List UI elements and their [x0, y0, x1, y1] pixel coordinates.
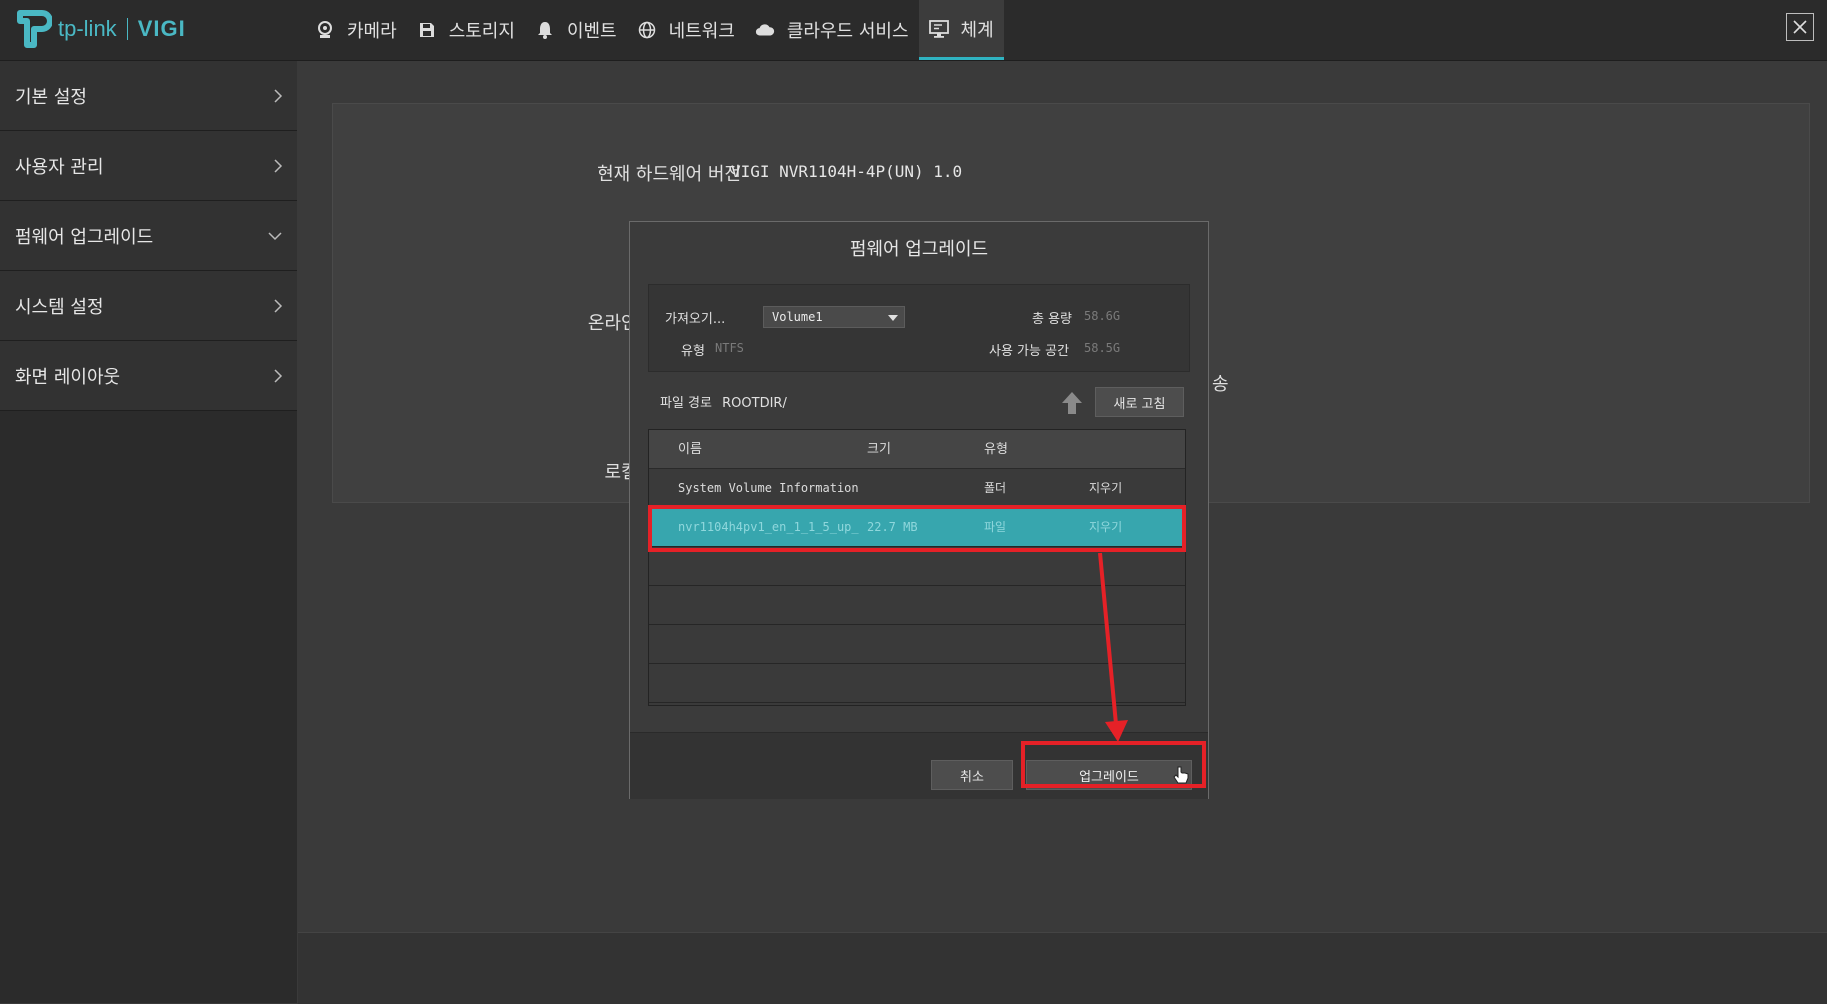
tab-cloud-service[interactable]: 클라우드 서비스 [745, 0, 919, 60]
bottom-strip [298, 932, 1827, 1004]
parent-folder-button[interactable] [1060, 390, 1084, 416]
tab-label: 네트워크 [668, 21, 735, 42]
table-row-empty [649, 625, 1185, 664]
brand-text: tp-link [58, 16, 117, 41]
tab-system[interactable]: 체계 [918, 0, 1004, 60]
tab-label: 카메라 [347, 21, 397, 42]
monitor-icon [928, 19, 949, 39]
sidebar: 기본 설정 사용자 관리 펌웨어 업그레이드 시스템 설정 화면 레이아웃 [0, 61, 297, 1003]
column-header-type: 유형 [984, 442, 1008, 457]
bell-icon [535, 20, 555, 40]
sidebar-item-system-settings[interactable]: 시스템 설정 [0, 271, 297, 341]
row-type: 폴더 [984, 481, 1007, 495]
volume-select-value: Volume1 [772, 310, 823, 324]
tab-label: 스토리지 [448, 21, 515, 42]
type-label: 유형 [681, 344, 705, 359]
tab-camera[interactable]: 카메라 [305, 0, 407, 60]
file-path-value: ROOTDIR/ [722, 396, 787, 411]
column-header-size: 크기 [867, 442, 891, 457]
refresh-button[interactable]: 새로 고침 [1095, 387, 1184, 417]
total-capacity-label: 총 용량 [1032, 312, 1073, 327]
file-path-label: 파일 경로 [660, 396, 712, 411]
type-value: NTFS [715, 341, 744, 355]
volume-info-box: 가져오기... Volume1 총 용량 58.6G 유형 NTFS 사용 가능… [648, 284, 1190, 372]
column-header-name: 이름 [678, 442, 702, 457]
table-row-empty [649, 547, 1185, 586]
chevron-down-icon [268, 231, 282, 240]
chevron-right-icon [274, 88, 283, 103]
tab-label: 체계 [960, 19, 994, 41]
chevron-right-icon [274, 158, 283, 173]
total-capacity-value: 58.6G [1084, 309, 1121, 323]
sidebar-item-firmware-upgrade[interactable]: 펌웨어 업그레이드 [0, 201, 297, 271]
floppy-disk-icon [417, 20, 437, 40]
cancel-button[interactable]: 취소 [931, 760, 1013, 790]
tab-event[interactable]: 이벤트 [525, 0, 627, 60]
hand-cursor-icon [1173, 766, 1189, 786]
tab-storage[interactable]: 스토리지 [407, 0, 525, 60]
sidebar-item-label: 시스템 설정 [15, 296, 104, 318]
import-label: 가져오기... [665, 312, 726, 327]
chevron-right-icon [274, 368, 283, 383]
globe-icon [637, 20, 657, 40]
partial-text: 송 [1212, 374, 1229, 395]
chevron-right-icon [274, 298, 283, 313]
tp-link-logo-mark-icon [16, 9, 53, 49]
logo-divider [126, 18, 128, 40]
cloud-icon [755, 20, 775, 40]
volume-select[interactable]: Volume1 [763, 306, 905, 328]
hardware-version-value: VIGI NVR1104H-4P(UN) 1.0 [731, 162, 963, 181]
sidebar-item-label: 사용자 관리 [15, 156, 104, 178]
product-text: VIGI [137, 16, 186, 41]
sidebar-item-screen-layout[interactable]: 화면 레이아웃 [0, 341, 297, 411]
tab-label: 이벤트 [566, 21, 617, 42]
sidebar-item-user-management[interactable]: 사용자 관리 [0, 131, 297, 201]
free-space-value: 58.5G [1084, 341, 1121, 355]
tab-label: 클라우드 서비스 [786, 21, 909, 42]
top-bar: tp-link VIGI 카메라 스토리지 이벤트 네트워크 클라우드 서비스 … [0, 0, 1827, 61]
hardware-version-label: 현재 하드웨어 버전 [597, 164, 741, 185]
table-row-empty [649, 664, 1185, 703]
tp-link-vigi-logo: tp-link VIGI [16, 8, 186, 50]
file-table: 이름 크기 유형 System Volume Information 폴더 지우… [648, 429, 1186, 706]
camera-icon [315, 20, 335, 40]
arrow-up-icon [1062, 392, 1082, 414]
free-space-label: 사용 가능 공간 [989, 344, 1070, 359]
row-name: System Volume Information [678, 481, 858, 495]
close-icon [1793, 20, 1807, 34]
table-row-empty [649, 586, 1185, 625]
file-path-row: 파일 경로 ROOTDIR/ [660, 392, 787, 411]
sidebar-item-label: 기본 설정 [15, 86, 87, 108]
delete-link[interactable]: 지우기 [1089, 469, 1122, 508]
tab-network[interactable]: 네트워크 [627, 0, 745, 60]
main-tabs: 카메라 스토리지 이벤트 네트워크 클라우드 서비스 체계 [305, 0, 1004, 60]
sidebar-item-label: 화면 레이아웃 [15, 366, 121, 388]
dropdown-caret-icon [888, 315, 898, 321]
dialog-title: 펌웨어 업그레이드 [849, 239, 989, 260]
table-row[interactable]: System Volume Information 폴더 지우기 [649, 469, 1185, 508]
table-header: 이름 크기 유형 [649, 430, 1185, 469]
highlight-selected-file [648, 505, 1186, 552]
sidebar-item-label: 펌웨어 업그레이드 [15, 226, 154, 248]
sidebar-item-basic-settings[interactable]: 기본 설정 [0, 61, 297, 131]
close-button[interactable] [1786, 13, 1814, 41]
